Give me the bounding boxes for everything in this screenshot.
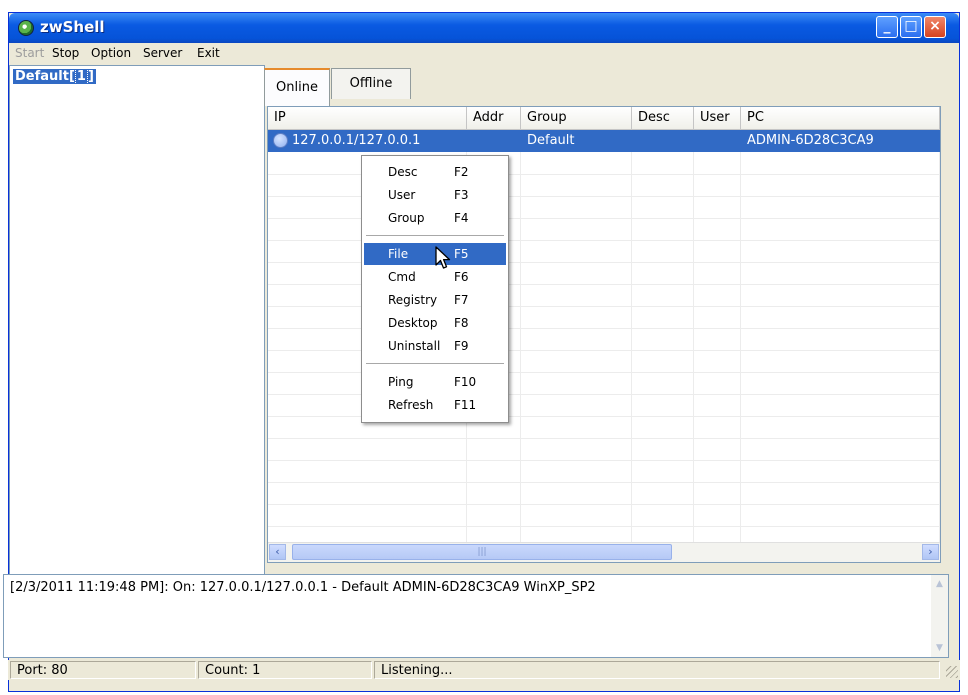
- scroll-down-button[interactable]: ▼: [931, 640, 948, 656]
- status-count: Count: 1: [198, 661, 372, 679]
- log-vertical-scrollbar[interactable]: ▲ ▼: [931, 575, 948, 657]
- scroll-right-button[interactable]: ›: [922, 544, 939, 560]
- menu-option[interactable]: Option: [91, 46, 131, 60]
- scroll-up-button[interactable]: ▲: [931, 576, 948, 592]
- cell-pc: ADMIN-6D28C3CA9: [747, 133, 874, 148]
- ctx-separator: [366, 235, 504, 237]
- event-log[interactable]: [2/3/2011 11:19:48 PM]: On: 127.0.0.1/12…: [3, 574, 949, 658]
- tree-node-default[interactable]: Default[1]: [13, 68, 96, 85]
- resize-grip[interactable]: [946, 666, 958, 678]
- menu-stop[interactable]: Stop: [52, 46, 79, 60]
- column-header-group[interactable]: Group: [521, 107, 632, 130]
- column-header-pc[interactable]: PC: [741, 107, 940, 130]
- ctx-item-ping[interactable]: Ping F10: [364, 371, 506, 393]
- close-button[interactable]: ×: [924, 16, 946, 38]
- group-tree[interactable]: Default[1]: [9, 65, 265, 580]
- status-port: Port: 80: [10, 661, 196, 679]
- maximize-button[interactable]: □: [900, 16, 922, 38]
- ctx-item-refresh[interactable]: Refresh F11: [364, 394, 506, 416]
- column-header-desc[interactable]: Desc: [632, 107, 694, 130]
- status-state: Listening...: [374, 661, 940, 679]
- globe-icon: [18, 20, 34, 36]
- tree-node-count: 1: [74, 68, 88, 85]
- menu-start[interactable]: Start: [15, 46, 44, 60]
- tab-online[interactable]: Online: [264, 68, 330, 106]
- window-title: zwShell: [40, 18, 105, 36]
- ctx-item-group[interactable]: Group F4: [364, 207, 506, 229]
- log-line: [2/3/2011 11:19:48 PM]: On: 127.0.0.1/12…: [10, 580, 596, 595]
- title-bar[interactable]: zwShell _ □ ×: [9, 13, 959, 43]
- menu-server[interactable]: Server: [143, 46, 182, 60]
- scroll-thumb[interactable]: |||: [292, 544, 672, 560]
- table-row[interactable]: 127.0.0.1/127.0.0.1 Default ADMIN-6D28C3…: [268, 130, 940, 152]
- horizontal-scrollbar[interactable]: ‹ ||| ›: [268, 542, 940, 562]
- ctx-separator: [366, 363, 504, 365]
- ctx-item-registry[interactable]: Registry F7: [364, 289, 506, 311]
- menu-bar: Start Stop Option Server Exit: [9, 43, 959, 65]
- minimize-button[interactable]: _: [876, 16, 898, 38]
- context-menu: Desc F2 User F3 Group F4 File F5 Cmd F6 …: [361, 155, 509, 423]
- cell-group: Default: [527, 133, 575, 148]
- ctx-item-desc[interactable]: Desc F2: [364, 161, 506, 183]
- cell-ip: 127.0.0.1/127.0.0.1: [292, 133, 421, 148]
- column-header-addr[interactable]: Addr: [467, 107, 521, 130]
- tab-offline[interactable]: Offline: [331, 68, 411, 99]
- menu-exit[interactable]: Exit: [197, 46, 220, 60]
- ctx-item-user[interactable]: User F3: [364, 184, 506, 206]
- scroll-left-button[interactable]: ‹: [269, 544, 286, 560]
- ctx-item-uninstall[interactable]: Uninstall F9: [364, 335, 506, 357]
- mouse-cursor-icon: [435, 246, 451, 269]
- column-header-user[interactable]: User: [694, 107, 741, 130]
- column-header-os[interactable]: O: [940, 107, 941, 130]
- ctx-item-desktop[interactable]: Desktop F8: [364, 312, 506, 334]
- tree-node-label: Default: [15, 69, 69, 84]
- client-icon: [273, 133, 288, 148]
- status-bar: Port: 80 Count: 1 Listening...: [8, 660, 960, 680]
- column-header-ip[interactable]: IP: [268, 107, 467, 130]
